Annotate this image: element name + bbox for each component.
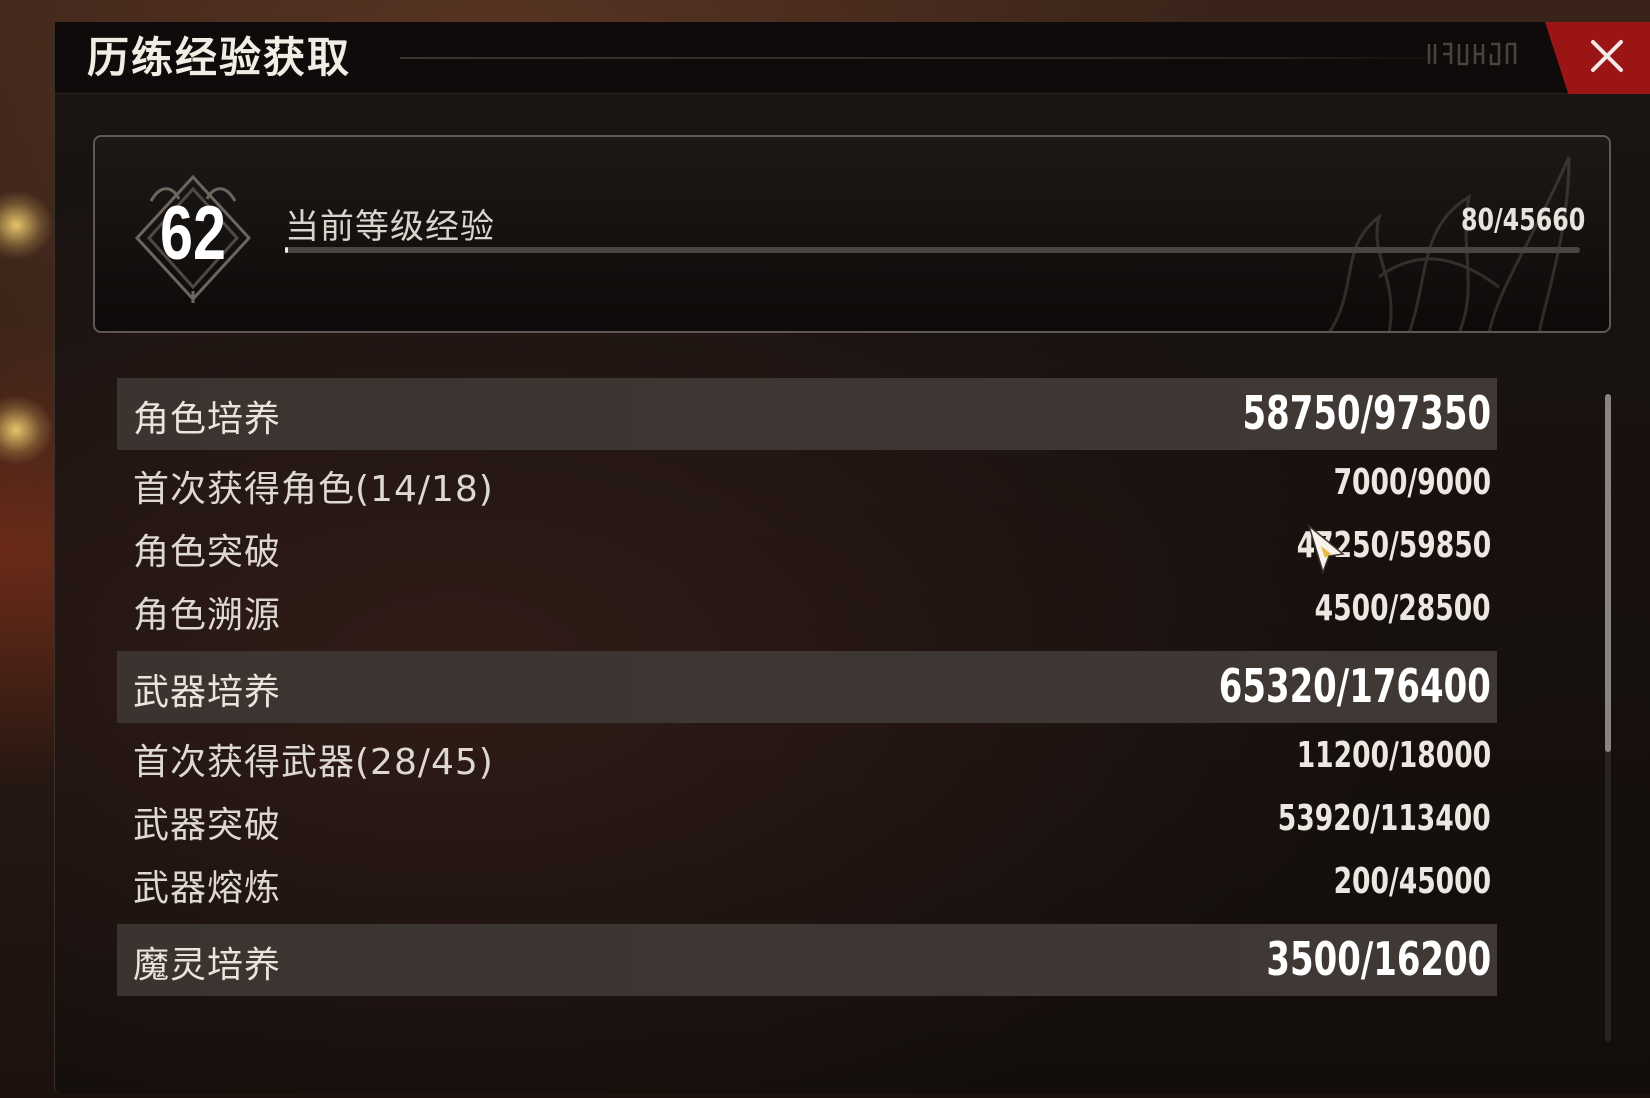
item-name: 角色溯源	[133, 595, 282, 636]
item-name: 首次获得角色(14/18)	[133, 469, 494, 510]
item-value: 200/45000	[1333, 861, 1491, 902]
group-weapon-training: 武器培养 65320/176400 首次获得武器(28/45) 11200/18…	[117, 651, 1497, 912]
item-name: 角色突破	[133, 532, 282, 573]
dialog-title: 历练经验获取	[87, 33, 352, 82]
level-exp-value: 80/45660	[1460, 203, 1585, 238]
item-name: 武器突破	[133, 805, 282, 846]
item-value: 11200/18000	[1296, 735, 1491, 776]
exp-source-dialog: 历练经验获取 62 当前等级经验 80/45660 角色培养 58750/973…	[54, 22, 1650, 1094]
group-header: 武器培养 65320/176400	[117, 651, 1497, 723]
close-button[interactable]	[1545, 22, 1650, 94]
item-value: 53920/113400	[1278, 798, 1491, 839]
group-header: 角色培养 58750/97350	[117, 378, 1497, 450]
group-name: 魔灵培养	[133, 945, 282, 986]
group-name: 武器培养	[133, 672, 282, 713]
background-glow	[0, 395, 54, 465]
background-glow	[0, 190, 54, 260]
exp-source-list: 角色培养 58750/97350 首次获得角色(14/18) 7000/9000…	[117, 378, 1497, 1008]
level-exp-label: 当前等级经验	[285, 207, 495, 247]
list-scrollbar[interactable]	[1605, 394, 1611, 1042]
close-icon	[1591, 40, 1623, 72]
level-progress-bar	[285, 247, 1580, 253]
group-value: 3500/16200	[1266, 932, 1491, 986]
group-value: 65320/176400	[1218, 659, 1491, 713]
rune-decoration-icon	[1427, 42, 1517, 66]
scrollbar-thumb[interactable]	[1605, 394, 1611, 752]
current-level-card: 62 当前等级经验 80/45660	[93, 135, 1611, 333]
list-item: 角色溯源 4500/28500	[117, 576, 1497, 639]
level-number: 62	[160, 191, 226, 276]
item-value: 4500/28500	[1314, 588, 1491, 629]
header-divider	[400, 57, 1460, 59]
list-item: 武器熔炼 200/45000	[117, 849, 1497, 912]
group-header: 魔灵培养 3500/16200	[117, 924, 1497, 996]
group-value: 58750/97350	[1242, 386, 1491, 440]
level-progress-fill	[285, 247, 288, 253]
pointer-cursor-icon	[1307, 524, 1345, 575]
header-decoration-text	[1425, 40, 1525, 74]
group-name: 角色培养	[133, 399, 282, 440]
dialog-header: 历练经验获取	[55, 22, 1650, 94]
list-item: 角色突破 47250/59850	[117, 513, 1497, 576]
group-spirit-training: 魔灵培养 3500/16200	[117, 924, 1497, 996]
item-value: 7000/9000	[1333, 462, 1491, 503]
list-item: 武器突破 53920/113400	[117, 786, 1497, 849]
item-name: 武器熔炼	[133, 868, 282, 909]
list-item: 首次获得武器(28/45) 11200/18000	[117, 723, 1497, 786]
list-item: 首次获得角色(14/18) 7000/9000	[117, 450, 1497, 513]
group-character-training: 角色培养 58750/97350 首次获得角色(14/18) 7000/9000…	[117, 378, 1497, 639]
item-name: 首次获得武器(28/45)	[133, 742, 494, 783]
